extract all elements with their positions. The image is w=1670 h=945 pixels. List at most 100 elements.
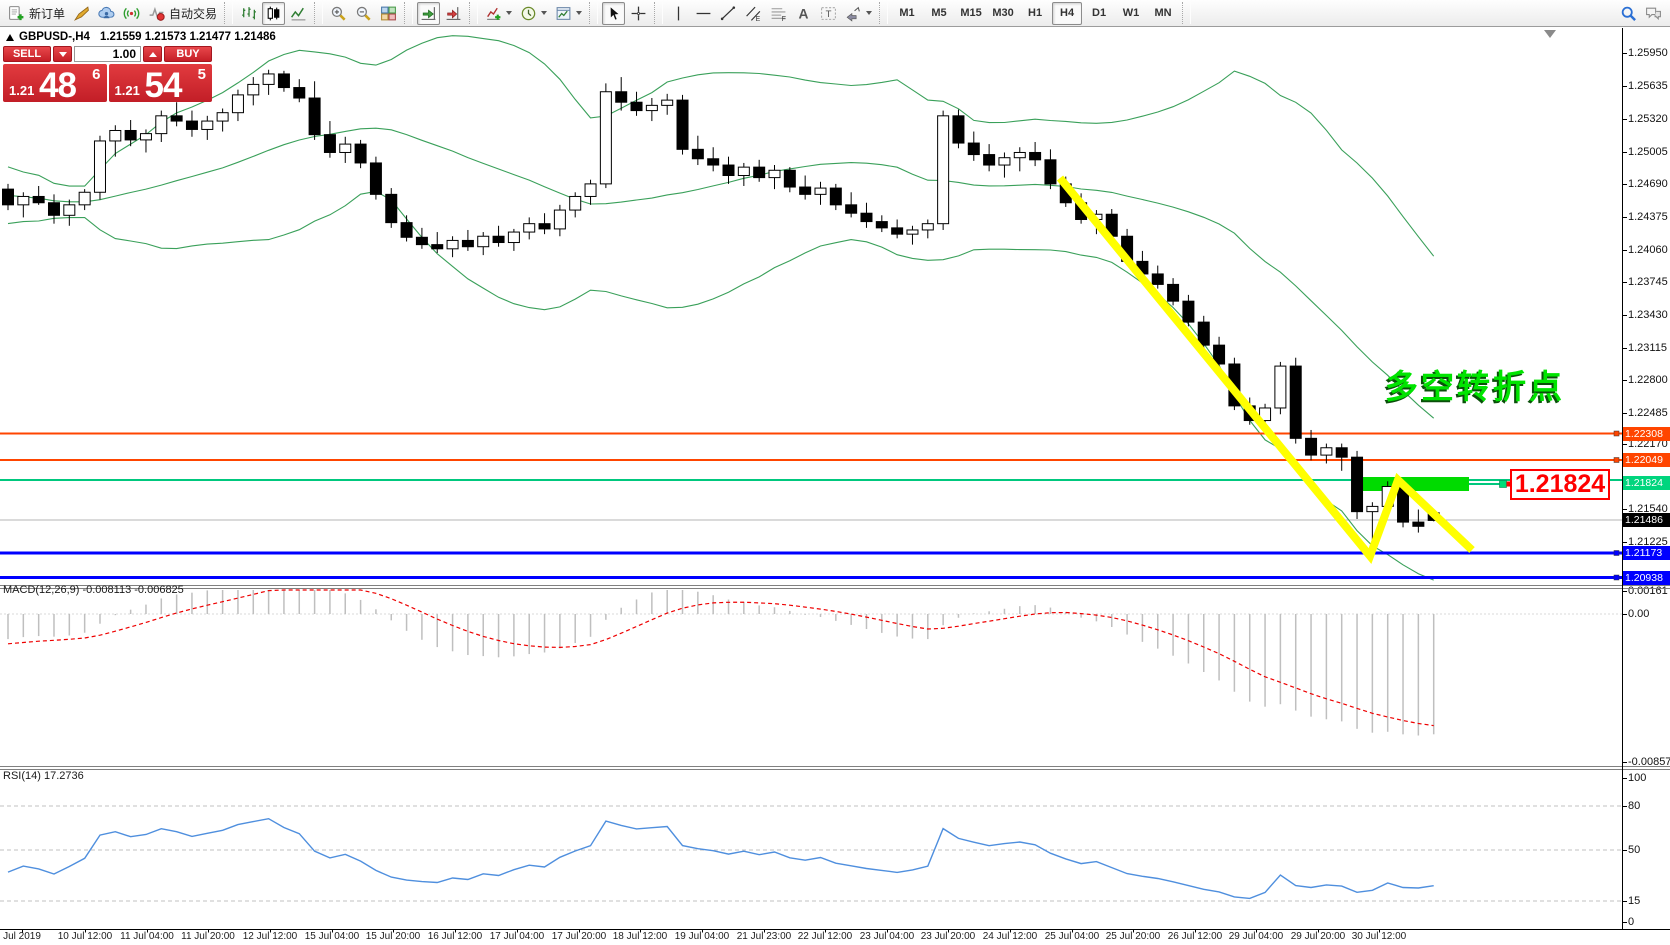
zoom-out-button[interactable] xyxy=(352,2,375,25)
price-callout-box[interactable]: 1.21824 xyxy=(1510,469,1610,500)
autotrading-button[interactable]: 自动交易 xyxy=(145,2,220,25)
horizontal-line-button[interactable] xyxy=(692,2,715,25)
shapes-icon xyxy=(845,5,862,22)
indicators-button[interactable] xyxy=(482,2,515,25)
chart-shift-icon xyxy=(445,5,462,22)
trendline-icon xyxy=(720,5,737,22)
signals-icon xyxy=(123,5,140,22)
auto-scroll-icon xyxy=(420,5,437,22)
chart-canvas[interactable] xyxy=(0,0,1670,945)
toolbar-separator xyxy=(224,2,233,24)
resistance-line-2-handle[interactable] xyxy=(1614,458,1619,463)
price-badge: 1.22308 xyxy=(1623,427,1670,441)
macd-signal-line xyxy=(8,590,1434,726)
indicators-icon xyxy=(485,5,502,22)
templates-icon xyxy=(555,5,572,22)
vertical-line-button[interactable] xyxy=(667,2,690,25)
volume-decrease-button[interactable] xyxy=(53,46,72,62)
autotrading-icon xyxy=(148,5,165,22)
volume-increase-button[interactable] xyxy=(143,46,162,62)
chat-button[interactable] xyxy=(1642,2,1665,25)
bollinger-lower-band xyxy=(8,191,1434,580)
price-badge: 1.22049 xyxy=(1623,453,1670,467)
tf-d1-button[interactable]: D1 xyxy=(1084,2,1114,25)
periods-button[interactable] xyxy=(517,2,550,25)
one-click-trading-panel: SELL BUY 1.21 48 6 1.21 54 5 xyxy=(3,46,212,102)
market-watch-button[interactable] xyxy=(70,2,93,25)
tf-m5-button[interactable]: M5 xyxy=(924,2,954,25)
tf-w1-button[interactable]: W1 xyxy=(1116,2,1146,25)
tf-h4-button[interactable]: H4 xyxy=(1052,2,1082,25)
fibonacci-button[interactable]: F xyxy=(767,2,790,25)
support-line-2-handle[interactable] xyxy=(1614,575,1619,580)
resistance-line-1-handle[interactable] xyxy=(1614,431,1619,436)
toolbar-separator xyxy=(469,2,478,24)
down-arrow-icon xyxy=(59,52,67,57)
fibonacci-icon: F xyxy=(770,5,787,22)
sell-price-big: 48 xyxy=(39,66,76,102)
vline-icon xyxy=(670,5,687,22)
new-order-button-label: 新订单 xyxy=(29,5,65,22)
svg-text:T: T xyxy=(826,9,832,20)
line-chart-icon xyxy=(290,5,307,22)
buy-price-prefix: 1.21 xyxy=(115,83,140,98)
callout-anchor-green[interactable] xyxy=(1500,481,1507,488)
turning-point-annotation[interactable]: 多空转折点 xyxy=(1385,360,1565,408)
templates-button[interactable] xyxy=(552,2,585,25)
chat-icon xyxy=(1645,5,1662,22)
search-button[interactable] xyxy=(1617,2,1640,25)
chart-ohlc-values: 1.21559 1.21573 1.21477 1.21486 xyxy=(100,31,276,43)
main-toolbar: 新订单 自动交易 E F A T M1M5M15M30H1H4D1W1MN xyxy=(0,0,1670,27)
buy-price-pip: 5 xyxy=(198,66,206,83)
buy-button[interactable]: BUY xyxy=(164,46,212,62)
dropdown-caret-icon xyxy=(866,11,872,15)
green-highlight-bar[interactable] xyxy=(1360,477,1469,491)
mql5-community-button[interactable] xyxy=(95,2,118,25)
trendline-button[interactable] xyxy=(717,2,740,25)
sell-price-pip: 6 xyxy=(92,66,100,83)
price-badge: 1.21173 xyxy=(1623,546,1670,560)
price-badge: 1.21824 xyxy=(1623,476,1670,490)
cursor-icon xyxy=(605,5,622,22)
bollinger-upper-band xyxy=(8,36,1434,257)
tf-m30-button[interactable]: M30 xyxy=(988,2,1018,25)
price-badge: 1.21486 xyxy=(1623,513,1670,527)
bar-chart-button[interactable] xyxy=(237,2,260,25)
chart-shift-button[interactable] xyxy=(442,2,465,25)
channel-button[interactable]: E xyxy=(742,2,765,25)
hline-icon xyxy=(695,5,712,22)
svg-text:A: A xyxy=(799,5,809,21)
chart-shift-marker[interactable] xyxy=(1544,30,1556,38)
line-chart-button[interactable] xyxy=(287,2,310,25)
zoom-in-button[interactable] xyxy=(327,2,350,25)
shapes-button[interactable] xyxy=(842,2,875,25)
dropdown-caret-icon xyxy=(541,11,547,15)
tf-mn-button[interactable]: MN xyxy=(1148,2,1178,25)
new-order-button[interactable]: 新订单 xyxy=(5,2,68,25)
tf-h1-button[interactable]: H1 xyxy=(1020,2,1050,25)
buy-price-panel[interactable]: 1.21 54 5 xyxy=(109,64,213,102)
volume-input[interactable] xyxy=(74,46,141,62)
svg-text:F: F xyxy=(782,15,786,21)
toolbar-separator xyxy=(1182,2,1191,24)
toolbar-separator xyxy=(589,2,598,24)
toolbar-separator xyxy=(314,2,323,24)
chart-title: GBPUSD-,H4 1.21559 1.21573 1.21477 1.214… xyxy=(6,31,276,43)
tile-windows-button[interactable] xyxy=(377,2,400,25)
candle-chart-button[interactable] xyxy=(262,2,285,25)
candlesticks xyxy=(3,70,1440,543)
rsi-indicator-label: RSI(14) 17.2736 xyxy=(3,770,84,782)
tf-m1-button[interactable]: M1 xyxy=(892,2,922,25)
label-button[interactable]: T xyxy=(817,2,840,25)
sell-price-panel[interactable]: 1.21 48 6 xyxy=(3,64,107,102)
text-button[interactable]: A xyxy=(792,2,815,25)
crosshair-button[interactable] xyxy=(627,2,650,25)
symbol-triangle-icon xyxy=(6,34,14,41)
signals-button[interactable] xyxy=(120,2,143,25)
sell-button[interactable]: SELL xyxy=(3,46,51,62)
tf-m15-button[interactable]: M15 xyxy=(956,2,986,25)
auto-scroll-button[interactable] xyxy=(417,2,440,25)
search-icon xyxy=(1620,5,1637,22)
cursor-button[interactable] xyxy=(602,2,625,25)
support-line-1-handle[interactable] xyxy=(1614,551,1619,556)
